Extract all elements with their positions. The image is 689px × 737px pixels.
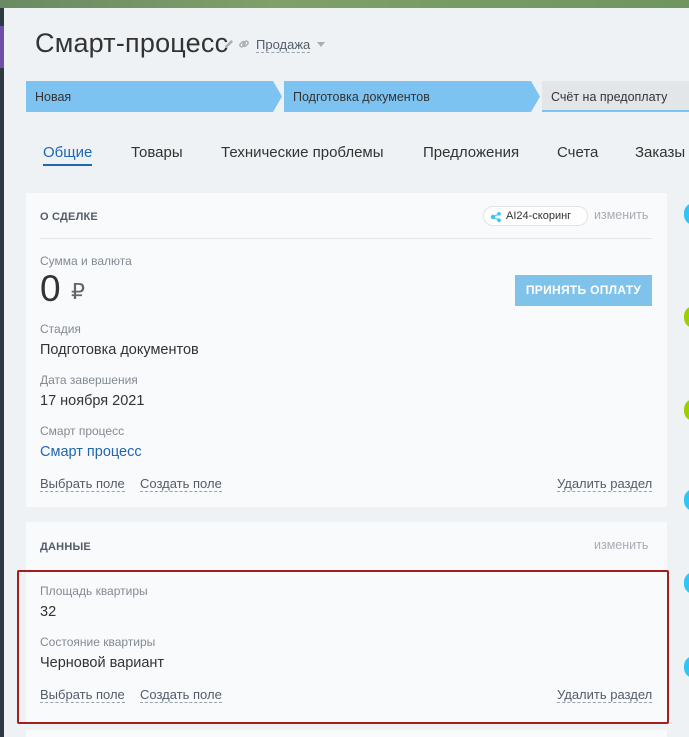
link-icon[interactable] [238,38,250,50]
ai-scoring-label: AI24-скоринг [506,210,572,222]
amount-label: Сумма и валюта [40,254,132,268]
smart-process-link[interactable]: Смарт процесс [40,444,142,460]
ai-scoring-icon [490,212,501,222]
delete-section-link[interactable]: Удалить раздел [557,477,653,492]
tab-invoices[interactable]: Счета [557,144,598,161]
smart-process-label: Смарт процесс [40,424,125,438]
page-title: Смарт-процесс [35,28,229,58]
ai-scoring-badge[interactable]: AI24-скоринг [483,206,588,226]
section-title: ДАННЫЕ [40,541,91,553]
create-field-link[interactable]: Создать поле [140,477,222,492]
window-top-strip [0,0,689,8]
close-date-label: Дата завершения [40,373,138,387]
highlight-frame [17,570,669,724]
next-card [26,730,667,737]
stage-item-invoice[interactable]: Счёт на предоплату [542,81,689,112]
section-title: О СДЕЛКЕ [40,211,98,223]
divider [40,238,652,239]
tab-offers[interactable]: Предложения [423,144,519,161]
stage-item-new[interactable]: Новая [26,81,282,112]
accept-payment-button[interactable]: ПРИНЯТЬ ОПЛАТУ [515,275,652,306]
currency-symbol: ₽ [71,279,85,304]
close-date-value: 17 ноября 2021 [40,393,145,409]
amount-value: 0 [40,268,61,309]
edit-link[interactable]: изменить [594,208,648,222]
stage-field-value: Подготовка документов [40,342,199,358]
tab-orders[interactable]: Заказы [635,144,685,161]
active-tab-indicator [43,164,92,166]
tab-products[interactable]: Товары [131,144,183,161]
stage-label: Подготовка документов [293,89,430,104]
edit-link[interactable]: изменить [594,538,648,552]
stage-label: Новая [35,89,72,104]
category-dropdown[interactable]: Продажа [256,37,311,53]
pencil-icon[interactable] [223,38,235,50]
stage-label: Счёт на предоплату [551,89,668,104]
chevron-down-icon[interactable] [317,42,325,47]
stage-item-docs[interactable]: Подготовка документов [284,81,540,112]
tab-tech-problems[interactable]: Технические проблемы [221,144,384,161]
select-field-link[interactable]: Выбрать поле [40,477,125,492]
stage-field-label: Стадия [40,322,81,336]
tab-general[interactable]: Общие [43,144,92,161]
